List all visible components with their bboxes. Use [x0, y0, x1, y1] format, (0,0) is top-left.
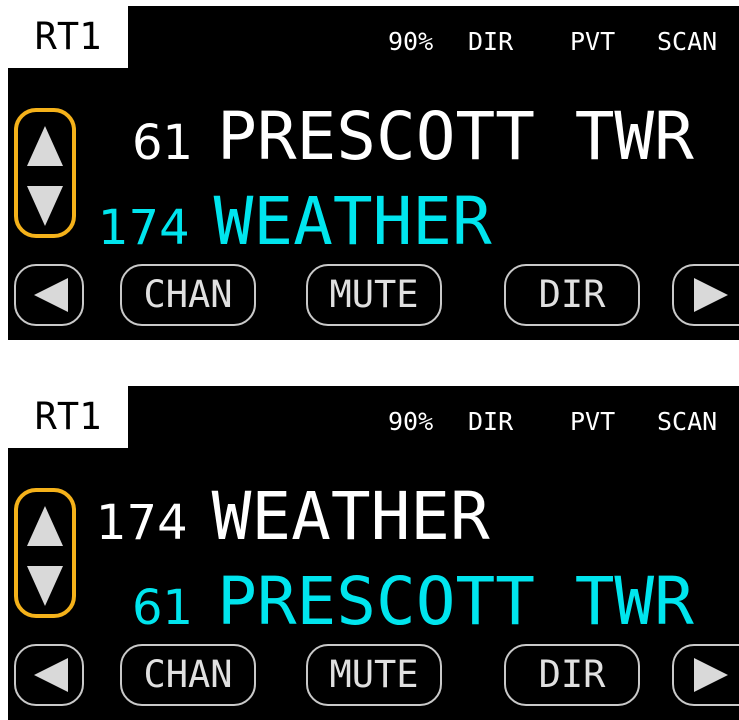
volume-status: 90% — [388, 407, 434, 436]
secondary-channel-number: 174 — [98, 200, 190, 256]
down-triangle-icon[interactable] — [27, 566, 63, 606]
primary-channel-line: 174 WEATHER — [96, 478, 490, 555]
dir-button[interactable]: DIR — [504, 644, 640, 706]
radio-display-panel-bottom: RT1 90% DIR PVT SCAN 174 WEATHER 61 PRES… — [8, 386, 739, 720]
channel-scroll-control[interactable] — [14, 488, 76, 618]
primary-channel-name: WEATHER — [211, 478, 490, 555]
mute-button[interactable]: MUTE — [306, 264, 442, 326]
next-button[interactable] — [672, 264, 739, 326]
chan-button[interactable]: CHAN — [120, 264, 256, 326]
next-button[interactable] — [672, 644, 739, 706]
secondary-channel-name: PRESCOTT TWR — [217, 563, 694, 640]
left-triangle-icon — [34, 278, 68, 312]
radio-label: RT1 — [8, 6, 128, 68]
up-triangle-icon[interactable] — [27, 506, 63, 546]
privacy-status: PVT — [570, 407, 616, 436]
left-triangle-icon — [34, 658, 68, 692]
primary-channel-number: 61 — [132, 115, 194, 171]
primary-channel-line: 61 PRESCOTT TWR — [132, 98, 694, 175]
radio-display-panel-top: RT1 90% DIR PVT SCAN 61 PRESCOTT TWR 174… — [8, 6, 739, 340]
down-triangle-icon[interactable] — [27, 186, 63, 226]
scan-status: SCAN — [657, 407, 718, 436]
secondary-channel-line: 174 WEATHER — [98, 183, 492, 260]
chan-button[interactable]: CHAN — [120, 644, 256, 706]
secondary-channel-line: 61 PRESCOTT TWR — [132, 563, 694, 640]
scan-status: SCAN — [657, 27, 718, 56]
radio-label: RT1 — [8, 386, 128, 448]
mute-button[interactable]: MUTE — [306, 644, 442, 706]
privacy-status: PVT — [570, 27, 616, 56]
primary-channel-name: PRESCOTT TWR — [217, 98, 694, 175]
up-triangle-icon[interactable] — [27, 126, 63, 166]
mode-status: DIR — [468, 407, 514, 436]
primary-channel-number: 174 — [96, 495, 188, 551]
dir-button[interactable]: DIR — [504, 264, 640, 326]
previous-button[interactable] — [14, 264, 84, 326]
mode-status: DIR — [468, 27, 514, 56]
right-triangle-icon — [694, 278, 728, 312]
secondary-channel-name: WEATHER — [213, 183, 492, 260]
channel-scroll-control[interactable] — [14, 108, 76, 238]
previous-button[interactable] — [14, 644, 84, 706]
secondary-channel-number: 61 — [132, 580, 194, 636]
right-triangle-icon — [694, 658, 728, 692]
volume-status: 90% — [388, 27, 434, 56]
